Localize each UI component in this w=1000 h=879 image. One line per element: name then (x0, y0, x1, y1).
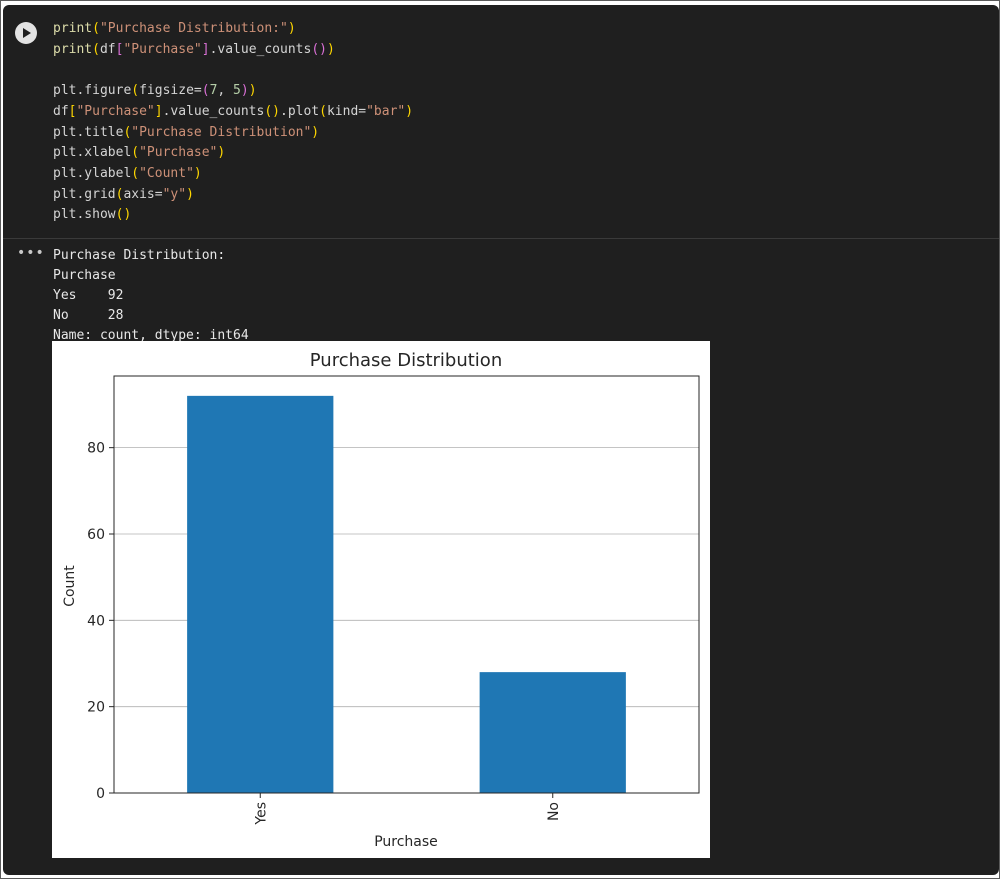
screenshot-frame: print("Purchase Distribution:") print(df… (0, 0, 1000, 879)
code-line: plt.figure(figsize=(7, 5)) (53, 83, 257, 98)
stdout-line: Purchase Distribution: (53, 248, 226, 263)
plot-area: 0 20 40 60 80 Yes No (87, 375, 700, 826)
stdout-line: Purchase (53, 268, 116, 283)
more-options-icon[interactable]: ••• (17, 245, 45, 261)
run-cell-button[interactable] (15, 22, 37, 44)
y-tick-label: 60 (87, 527, 105, 543)
code-token: .plot (280, 103, 320, 119)
code-token: ) (217, 145, 226, 161)
notebook-code-cell[interactable]: print("Purchase Distribution:") print(df… (3, 5, 999, 875)
chart-title: Purchase Distribution (310, 350, 502, 371)
y-tick-label: 80 (87, 441, 105, 457)
bar-no (479, 672, 626, 793)
code-token: plt.grid (53, 186, 116, 202)
stdout-line: Yes 92 (53, 288, 124, 303)
code-token: print (53, 41, 93, 57)
y-axis-label: Count (62, 565, 78, 607)
code-token: ( (201, 83, 210, 99)
code-token: ) (287, 21, 296, 36)
code-token: axis= (123, 186, 163, 202)
code-token: ( (131, 145, 140, 161)
code-token: .value_counts (209, 41, 312, 57)
code-token: df (99, 41, 116, 57)
code-token: ( (131, 165, 140, 181)
code-token: () (115, 207, 132, 223)
chart-output-image: Purchase Distribution 0 20 40 60 80 Yes No Pur… (52, 341, 710, 858)
play-icon (23, 28, 31, 38)
code-token: plt.title (53, 124, 124, 140)
code-token: 5 (233, 83, 241, 99)
code-token: ] (154, 103, 163, 119)
code-token: plt.show (53, 207, 116, 223)
code-line: plt.ylabel("Count") (53, 166, 202, 181)
code-token: ( (319, 103, 327, 119)
code-line: df["Purchase"].value_counts().plot(kind=… (53, 104, 413, 119)
code-token: ) (240, 83, 249, 99)
code-line: plt.grid(axis="y") (53, 187, 194, 202)
code-line: plt.show() (53, 207, 131, 222)
code-token: .value_counts (162, 103, 265, 119)
code-token: print (53, 21, 93, 36)
code-token: ) (326, 41, 335, 57)
code-token: plt.xlabel (53, 145, 132, 161)
code-editor[interactable]: print("Purchase Distribution:") print(df… (53, 19, 413, 226)
code-token: ) (186, 186, 194, 202)
code-line: print("Purchase Distribution:") (53, 21, 296, 36)
code-token: ] (201, 41, 210, 57)
y-tick-label: 20 (87, 700, 105, 716)
cell-output-divider (3, 238, 999, 239)
code-token: , (217, 83, 234, 99)
code-token: "Purchase Distribution" (131, 124, 312, 140)
y-tick-label: 40 (87, 613, 105, 629)
code-token: "Purchase" (139, 145, 218, 161)
code-token: df (53, 103, 69, 119)
code-token: "Purchase" (123, 41, 202, 57)
code-token: ) (193, 165, 202, 181)
x-axis-label: Purchase (374, 834, 438, 850)
bar-yes (187, 395, 334, 793)
code-token: kind= (326, 103, 367, 119)
code-line: plt.title("Purchase Distribution") (53, 125, 319, 140)
x-tick-label: No (546, 802, 562, 821)
code-token: "y" (162, 186, 187, 202)
y-tick-label: 0 (96, 786, 105, 802)
code-token: () (264, 103, 280, 119)
code-token: ) (248, 83, 257, 99)
code-token: ) (311, 124, 320, 140)
bar-chart: Purchase Distribution 0 20 40 60 80 Yes No Pur… (62, 350, 700, 850)
code-token: ( (92, 21, 100, 36)
x-tick-label: Yes (253, 802, 269, 826)
code-token: () (311, 41, 327, 57)
code-token: plt.figure (53, 83, 132, 99)
code-token: "bar" (366, 103, 406, 119)
code-line: print(df["Purchase"].value_counts()) (53, 42, 335, 57)
stdout-output: Purchase Distribution: Purchase Yes 92 N… (53, 246, 249, 346)
code-token: "Purchase Distribution:" (99, 21, 288, 36)
code-line: plt.xlabel("Purchase") (53, 145, 225, 160)
code-token: ( (131, 83, 140, 99)
code-token: ) (405, 103, 414, 119)
stdout-line: No 28 (53, 308, 124, 323)
code-token: ( (92, 41, 100, 57)
code-token: plt.ylabel (53, 165, 132, 181)
code-token: "Purchase" (76, 103, 155, 119)
code-token: figsize= (139, 83, 202, 99)
code-token: "Count" (139, 165, 194, 181)
